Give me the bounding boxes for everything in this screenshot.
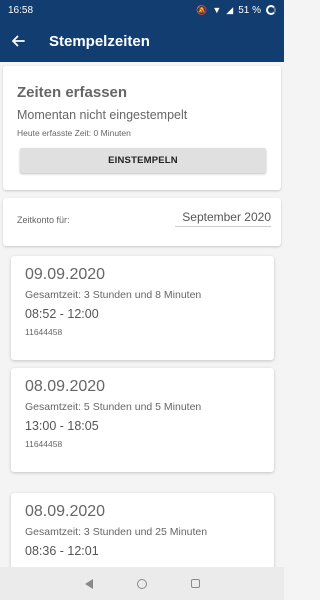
entry-number: 11644458: [25, 439, 63, 449]
nav-back-icon[interactable]: [84, 578, 93, 589]
back-button[interactable]: [0, 20, 36, 62]
entry-total: Gesamtzeit: 3 Stunden und 25 Minuten: [25, 526, 208, 538]
time-entry-card[interactable]: 08.09.2020 Gesamtzeit: 3 Stunden und 25 …: [11, 493, 274, 567]
entry-number: 11644458: [25, 327, 63, 337]
entry-total: Gesamtzeit: 3 Stunden und 8 Minuten: [25, 289, 202, 301]
status-time: 16:58: [8, 4, 34, 16]
app-bar: Stempelzeiten: [0, 20, 284, 62]
status-icons: 🔕 ▼ ◢ 51 %: [196, 5, 276, 16]
entry-date: 08.09.2020: [25, 378, 106, 395]
entry-date: 09.09.2020: [25, 266, 106, 283]
page-title: Stempelzeiten: [49, 32, 150, 50]
entry-range: 13:00 - 18:05: [25, 419, 99, 433]
time-entry-card[interactable]: 08.09.2020 Gesamtzeit: 5 Stunden und 5 M…: [11, 368, 274, 472]
entry-date: 08.09.2020: [25, 503, 106, 520]
battery-label: 51 %: [238, 4, 261, 16]
entry-range: 08:52 - 12:00: [25, 307, 99, 321]
mute-icon: 🔕: [196, 4, 208, 15]
system-nav-bar: [0, 567, 284, 600]
battery-icon: [266, 5, 276, 15]
clock-state: Momentan nicht eingestempelt: [17, 108, 188, 122]
nav-home-icon[interactable]: [136, 578, 147, 589]
arrow-back-icon: [12, 35, 25, 47]
capture-heading: Zeiten erfassen: [17, 84, 128, 101]
time-entry-card[interactable]: 09.09.2020 Gesamtzeit: 3 Stunden und 8 M…: [11, 256, 274, 360]
time-account-label: Zeitkonto für:: [17, 215, 70, 225]
signal-icon: ◢: [226, 4, 234, 15]
clock-in-button[interactable]: EINSTEMPELN: [20, 148, 266, 173]
today-time: Heute erfasste Zeit: 0 Minuten: [17, 128, 131, 138]
entry-range: 08:36 - 12:01: [25, 544, 99, 558]
nav-recent-icon[interactable]: [190, 579, 200, 588]
entry-total: Gesamtzeit: 5 Stunden und 5 Minuten: [25, 401, 202, 413]
wifi-icon: ▼: [212, 4, 222, 15]
status-bar: 16:58 🔕 ▼ ◢ 51 %: [0, 0, 284, 20]
time-account-card: Zeitkonto für: September 2020: [3, 198, 281, 246]
month-select[interactable]: September 2020: [175, 210, 271, 227]
scroll-content[interactable]: Zeiten erfassen Momentan nicht eingestem…: [0, 62, 284, 567]
time-capture-card: Zeiten erfassen Momentan nicht eingestem…: [3, 66, 281, 190]
